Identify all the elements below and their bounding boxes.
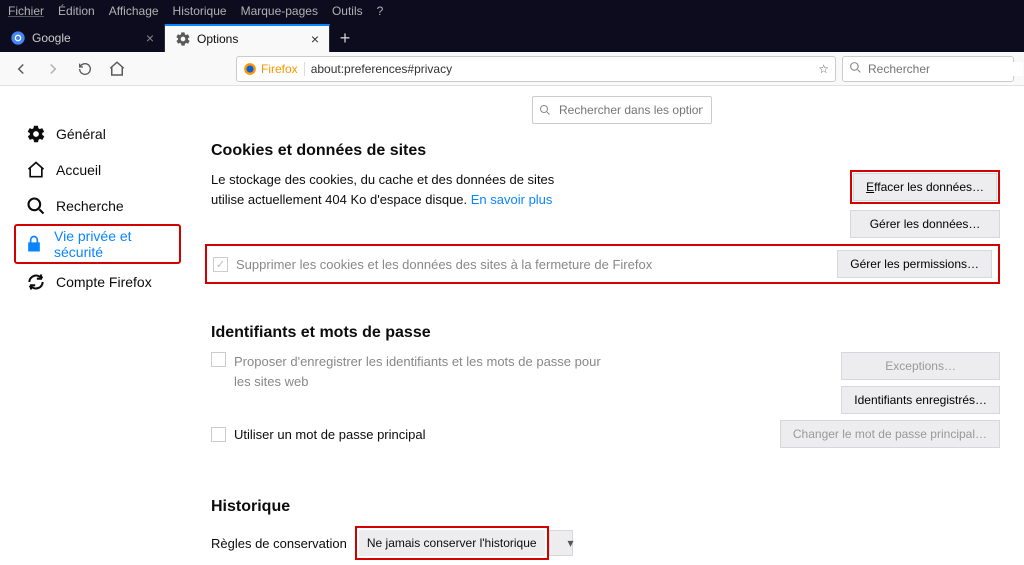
preferences-sidebar: Général Accueil Recherche Vie privée et … [0,86,187,565]
menu-view[interactable]: Affichage [109,4,159,18]
sidebar-item-label: Compte Firefox [56,274,152,290]
back-button[interactable] [8,56,34,82]
checkbox-label: Supprimer les cookies et les données des… [236,257,652,272]
change-master-password-button[interactable]: Changer le mot de passe principal… [780,420,1000,448]
cookies-description: Le stockage des cookies, du cache et des… [211,170,591,209]
lock-icon [24,234,44,254]
gear-icon [26,124,46,144]
tab-title: Options [197,32,311,46]
options-favicon-icon [175,31,191,47]
forward-button[interactable] [40,56,66,82]
checkbox-label: Utiliser un mot de passe principal [234,427,425,442]
google-favicon-icon [10,30,26,46]
select-value: Ne jamais conserver l'historique [367,536,537,550]
manage-permissions-button[interactable]: Gérer les permissions… [837,250,992,278]
sidebar-item-label: Vie privée et sécurité [54,228,179,260]
search-icon [26,196,46,216]
chevron-down-icon: ▾ [568,536,574,550]
sidebar-item-label: Général [56,126,106,142]
menu-tools[interactable]: Outils [332,4,363,18]
url-text: about:preferences#privacy [311,62,813,76]
bookmark-star-icon[interactable]: ☆ [818,62,829,76]
highlight-box: Supprimer les cookies et les données des… [205,244,1000,284]
sidebar-item-label: Recherche [56,198,124,214]
sidebar-item-account[interactable]: Compte Firefox [18,264,187,300]
menu-help[interactable]: ? [377,4,384,18]
sync-icon [26,272,46,292]
ask-save-passwords-checkbox[interactable] [211,352,226,367]
menu-bookmarks[interactable]: Marque-pages [241,4,318,18]
section-title-logins: Identifiants et mots de passe [211,324,1000,342]
tab-options[interactable]: Options × [165,24,330,52]
search-bar[interactable] [842,56,1014,82]
tab-title: Google [32,31,146,45]
identity-box[interactable]: Firefox [243,62,305,76]
home-button[interactable] [104,56,130,82]
sidebar-item-label: Accueil [56,162,101,178]
home-icon [26,160,46,180]
content: Général Accueil Recherche Vie privée et … [0,86,1024,565]
new-tab-button[interactable]: + [330,24,360,52]
learn-more-link[interactable]: En savoir plus [471,192,553,207]
clear-data-button[interactable]: Effacer les données… [853,173,997,201]
search-icon [539,104,551,119]
preferences-main: Cookies et données de sites Le stockage … [187,86,1024,565]
navbar: Firefox about:preferences#privacy ☆ [0,52,1024,86]
menubar: Fichier Édition Affichage Historique Mar… [0,0,1024,22]
search-input[interactable] [868,62,1023,76]
section-title-history: Historique [211,498,1000,516]
tab-google[interactable]: Google × [0,24,165,52]
master-password-checkbox[interactable] [211,427,226,442]
highlight-box: Ne jamais conserver l'historique [355,526,549,560]
manage-data-button[interactable]: Gérer les données… [850,210,1000,238]
search-options-field[interactable] [532,96,712,124]
menu-history[interactable]: Historique [173,4,227,18]
menu-file[interactable]: Fichier [8,4,44,18]
highlight-box: Effacer les données… [850,170,1000,204]
search-options-input[interactable] [532,96,712,124]
exceptions-button[interactable]: Exceptions… [841,352,1000,380]
section-title-cookies: Cookies et données de sites [211,142,1000,160]
sidebar-item-privacy[interactable]: Vie privée et sécurité [16,226,179,262]
search-icon [849,61,862,77]
checkbox-label: Proposer d'enregistrer les identifiants … [234,352,611,391]
close-icon[interactable]: × [146,30,154,46]
menu-edit[interactable]: Édition [58,4,95,18]
history-mode-select[interactable]: Ne jamais conserver l'historique [359,530,545,556]
url-bar[interactable]: Firefox about:preferences#privacy ☆ [236,56,836,82]
history-rules-label: Règles de conservation [211,536,347,551]
select-caret[interactable]: ▾ [549,530,573,556]
saved-logins-button[interactable]: Identifiants enregistrés… [841,386,1000,414]
tabbar: Google × Options × + [0,22,1024,52]
sidebar-item-search[interactable]: Recherche [18,188,187,224]
reload-button[interactable] [72,56,98,82]
sidebar-item-home[interactable]: Accueil [18,152,187,188]
identity-label: Firefox [261,62,298,76]
firefox-icon [243,62,257,76]
sidebar-item-general[interactable]: Général [18,116,187,152]
delete-on-close-checkbox[interactable] [213,257,228,272]
highlight-box: Vie privée et sécurité [14,224,181,264]
close-icon[interactable]: × [311,31,319,47]
